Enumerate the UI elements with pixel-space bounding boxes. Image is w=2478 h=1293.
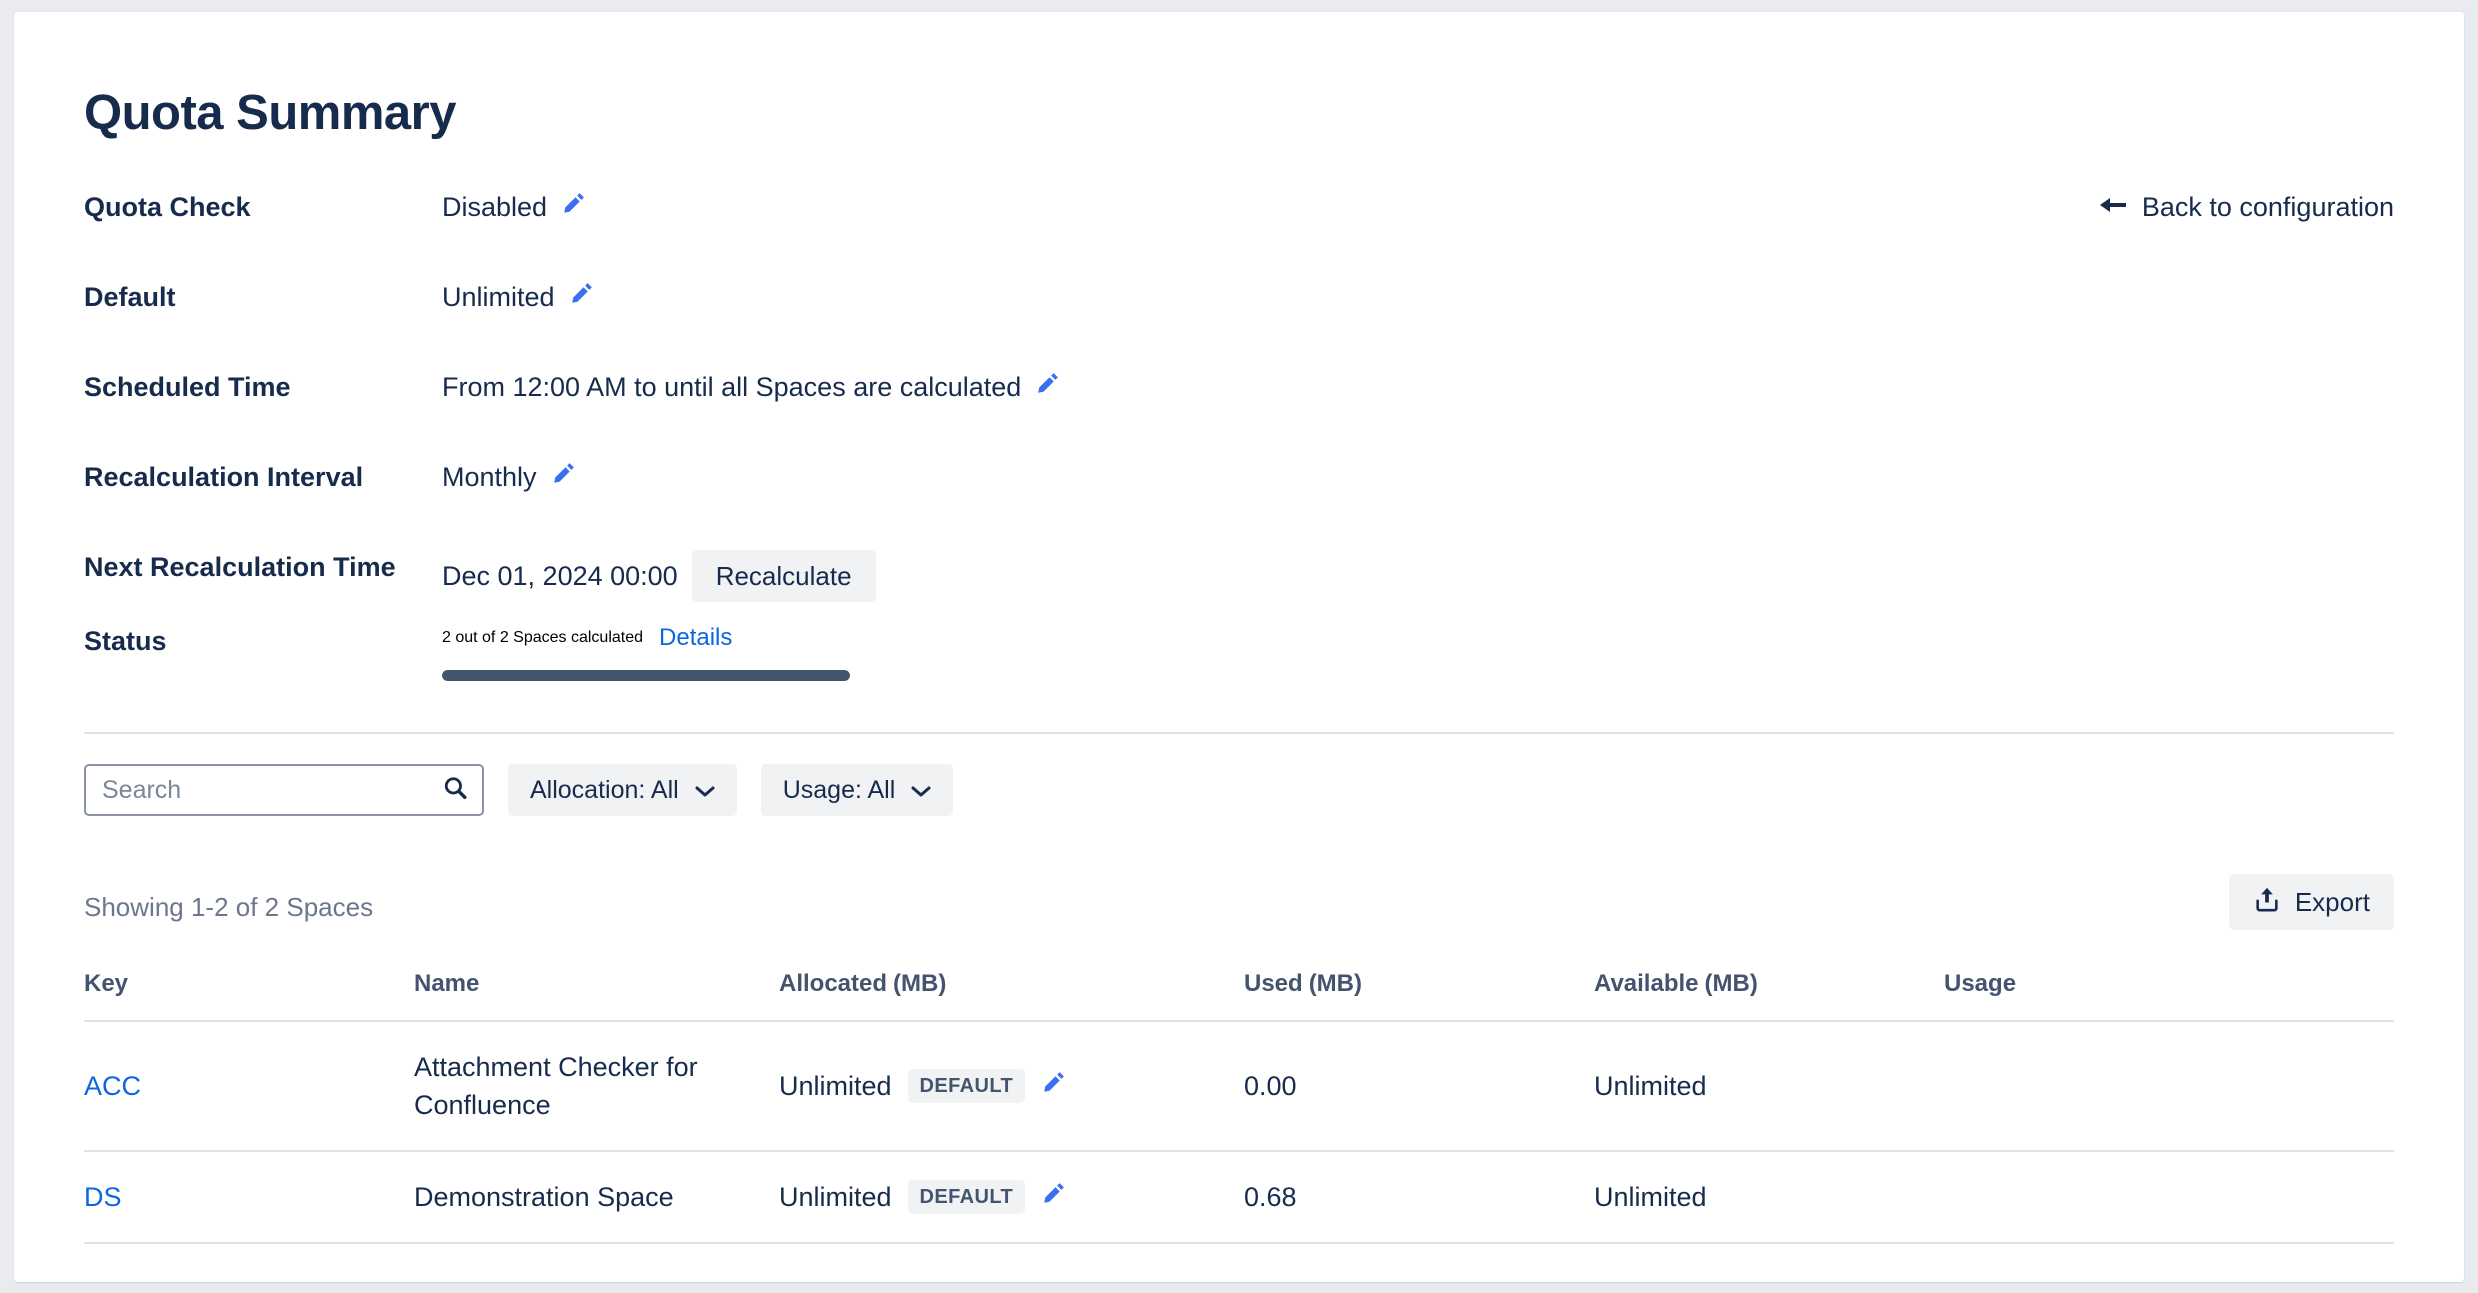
summary-value-quota-check: Disabled [442, 190, 587, 224]
edit-pencil-icon[interactable] [1041, 1178, 1067, 1216]
default-badge: DEFAULT [907, 1180, 1026, 1214]
column-unit: (MB) [1704, 970, 1758, 997]
column-label: Usage [1944, 970, 2017, 997]
summary-row-quota-check: Quota Check Disabled [84, 190, 2394, 280]
cell-usage [1944, 1021, 2394, 1152]
chevron-down-icon [695, 776, 715, 805]
summary-value-next-recalculation-time: Dec 01, 2024 00:00 Recalculate [442, 550, 876, 602]
section-divider [84, 732, 2394, 734]
status-value: 2 out of 2 Spaces calculated [442, 629, 644, 646]
edit-pencil-icon[interactable] [569, 280, 595, 314]
summary-label-recalculation-interval: Recalculation Interval [84, 462, 364, 492]
cell-allocated: Unlimited DEFAULT [779, 1021, 1244, 1152]
cell-allocated: Unlimited DEFAULT [779, 1151, 1244, 1244]
page-title: Quota Summary [84, 85, 456, 140]
cell-name: Demonstration Space [414, 1151, 779, 1244]
column-label: Available [1594, 970, 1699, 997]
summary-row-scheduled-time: Scheduled Time From 12:00 AM to until al… [84, 370, 2394, 460]
column-unit: (MB) [893, 970, 947, 997]
summary-row-next-recalculation-time: Next Recalculation Time Dec 01, 2024 00:… [84, 550, 2394, 624]
summary-label-scheduled-time: Scheduled Time [84, 372, 291, 402]
column-label: Allocated [779, 970, 888, 997]
column-header-name: Name [414, 952, 779, 1022]
search-icon[interactable] [442, 775, 468, 806]
calculation-progress-bar [442, 670, 850, 681]
quota-check-value: Disabled [442, 192, 548, 222]
default-badge: DEFAULT [907, 1069, 1026, 1103]
summary-row-recalculation-interval: Recalculation Interval Monthly [84, 460, 2394, 550]
quota-summary-card: Quota Summary Back to configuration Quot… [14, 12, 2464, 1282]
summary-value-scheduled-time: From 12:00 AM to until all Spaces are ca… [442, 370, 1061, 404]
table-body: ACC Attachment Checker for Confluence Un… [84, 1021, 2394, 1244]
status-details-link[interactable]: Details [659, 624, 732, 652]
table-header: Key Name Allocated (MB) Used (MB) Availabl [84, 952, 2394, 1022]
column-header-usage: Usage [1944, 952, 2394, 1022]
next-recalculation-time-value: Dec 01, 2024 00:00 [442, 561, 678, 591]
screen-root: Quota Summary Back to configuration Quot… [0, 0, 2478, 1293]
column-unit: (MB) [1308, 970, 1362, 997]
column-label: Key [84, 970, 129, 997]
allocated-value: Unlimited [779, 1071, 892, 1101]
recalculate-button[interactable]: Recalculate [691, 550, 876, 602]
filters-toolbar: Allocation: All Usage: All [84, 764, 954, 816]
summary-label-default: Default [84, 282, 176, 312]
summary-row-default: Default Unlimited [84, 280, 2394, 370]
export-label: Export [2294, 886, 2370, 917]
column-label: Used [1244, 970, 1303, 997]
scheduled-time-value: From 12:00 AM to until all Spaces are ca… [442, 372, 1022, 402]
cell-available: Unlimited [1594, 1151, 1944, 1244]
column-header-key: Key [84, 952, 414, 1022]
edit-pencil-icon[interactable] [561, 190, 587, 224]
space-key-link[interactable]: DS [84, 1182, 122, 1212]
cell-usage [1944, 1151, 2394, 1244]
spaces-table: Key Name Allocated (MB) Used (MB) Availabl [84, 952, 2394, 1244]
edit-pencil-icon[interactable] [551, 460, 577, 494]
cell-available: Unlimited [1594, 1021, 1944, 1152]
calculation-progress-fill [442, 670, 850, 681]
results-count-label: Showing 1-2 of 2 Spaces [84, 892, 374, 922]
summary-row-status: Status 2 out of 2 Spaces calculated Deta… [84, 624, 2394, 698]
search-field[interactable] [84, 764, 484, 816]
column-header-allocated: Allocated (MB) [779, 952, 1244, 1022]
search-input[interactable] [86, 766, 482, 814]
chevron-down-icon [911, 776, 931, 805]
cell-used: 0.68 [1244, 1151, 1594, 1244]
allocated-value: Unlimited [779, 1182, 892, 1212]
usage-filter-dropdown[interactable]: Usage: All [760, 764, 954, 816]
space-key-link[interactable]: ACC [84, 1071, 141, 1101]
recalculation-interval-value: Monthly [442, 462, 537, 492]
column-header-available: Available (MB) [1594, 952, 1944, 1022]
table-row: ACC Attachment Checker for Confluence Un… [84, 1021, 2394, 1152]
cell-name: Attachment Checker for Confluence [414, 1021, 779, 1152]
column-label: Name [414, 970, 480, 997]
edit-pencil-icon[interactable] [1041, 1067, 1067, 1105]
allocation-filter-dropdown[interactable]: Allocation: All [508, 764, 737, 816]
summary-label-quota-check: Quota Check [84, 192, 251, 222]
usage-filter-label: Usage: All [782, 775, 896, 804]
upload-icon [2253, 885, 2281, 920]
default-value: Unlimited [442, 282, 555, 312]
allocation-filter-label: Allocation: All [530, 775, 679, 804]
summary-value-default: Unlimited [442, 280, 595, 314]
table-row: DS Demonstration Space Unlimited DEFAULT [84, 1151, 2394, 1244]
column-header-used: Used (MB) [1244, 952, 1594, 1022]
export-button[interactable]: Export [2228, 874, 2394, 930]
table-header-row: Key Name Allocated (MB) Used (MB) Availabl [84, 952, 2394, 1022]
edit-pencil-icon[interactable] [1035, 370, 1061, 404]
summary-list: Quota Check Disabled Default Unlimited S… [84, 190, 2394, 698]
summary-value-recalculation-interval: Monthly [442, 460, 577, 494]
summary-label-next-recalculation-time: Next Recalculation Time [84, 552, 396, 582]
summary-label-status: Status [84, 626, 167, 656]
cell-key: ACC [84, 1021, 414, 1152]
cell-used: 0.00 [1244, 1021, 1594, 1152]
cell-key: DS [84, 1151, 414, 1244]
summary-value-status: 2 out of 2 Spaces calculated Details [442, 624, 850, 681]
